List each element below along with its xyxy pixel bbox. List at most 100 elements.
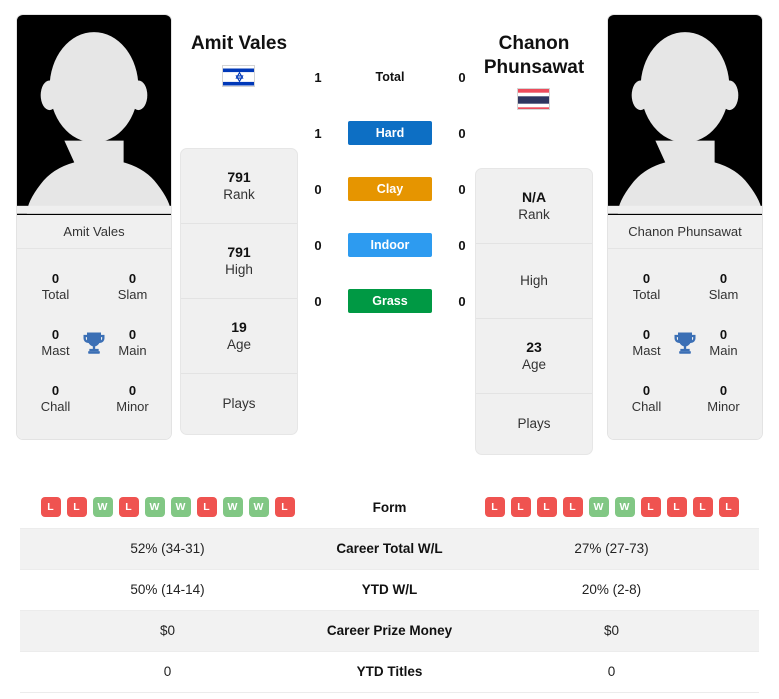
stat-rank-left: 791 Rank <box>181 149 297 224</box>
comparison-table: L L W L W W L W W L Form L L L L W W L L L L 52% (34-31) Caree… <box>20 487 759 693</box>
h2h-surface-label-indoor: Indoor <box>348 233 432 257</box>
player-name-right[interactable]: Chanon Phunsawat <box>472 32 596 80</box>
titles-minor-left: 0 Minor <box>94 371 171 427</box>
titles-minor-label-right: Minor <box>707 399 740 414</box>
player-avatar-right <box>608 15 762 215</box>
player-card-left[interactable]: Amit Vales 0 Total 0 Slam 0 Mast 0 Main … <box>16 14 172 440</box>
titles-main-label-left: Main <box>118 343 147 358</box>
stat-rank-value-left: 791 <box>227 169 251 186</box>
stat-card-left[interactable]: 791 Rank 791 High 19 Age Plays <box>180 148 298 435</box>
player-name-right-line2: Phunsawat <box>483 56 585 78</box>
player-name-left[interactable]: Amit Vales <box>180 32 298 56</box>
h2h-surface-label-grass: Grass <box>348 289 432 313</box>
stat-rank-right: N/A Rank <box>476 169 592 244</box>
table-row: 50% (14-14) YTD W/L 20% (2-8) <box>20 569 759 610</box>
stat-card-right[interactable]: N/A Rank High 23 Age Plays <box>475 168 593 455</box>
form-badge-loss: L <box>510 497 531 518</box>
form-badge-loss: L <box>562 497 583 518</box>
titles-chall-label-right: Chall <box>631 399 662 414</box>
titles-grid-right: 0 Total 0 Slam 0 Mast 0 Main 0 Chall 0 M… <box>608 249 762 439</box>
career-prize-money-right: $0 <box>603 623 620 638</box>
titles-total-left: 0 Total <box>17 259 94 315</box>
form-badge-loss: L <box>196 497 217 518</box>
player-card-name-left: Amit Vales <box>17 215 171 249</box>
stat-plays-right: Plays <box>476 394 592 454</box>
titles-total-label-left: Total <box>41 287 70 302</box>
form-badge-win: W <box>144 497 165 518</box>
form-badge-loss: L <box>118 497 139 518</box>
player-card-right[interactable]: Chanon Phunsawat 0 Total 0 Slam 0 Mast 0… <box>607 14 763 440</box>
row-label-ytd-w-l: YTD W/L <box>361 582 418 597</box>
ytd-titles-left: 0 <box>163 664 172 679</box>
titles-mast-label-left: Mast <box>41 343 70 358</box>
form-badges-right: LLLLWWLLLL <box>464 497 759 518</box>
titles-minor-label-left: Minor <box>116 399 149 414</box>
h2h-surface-indoor: Indoor <box>336 233 444 257</box>
form-badge-win: W <box>614 497 635 518</box>
row-label-career-total-w-l: Career Total W/L <box>336 541 443 556</box>
titles-slam-left: 0 Slam <box>94 259 171 315</box>
titles-chall-left: 0 Chall <box>17 371 94 427</box>
row-label-form: Form <box>372 499 407 515</box>
form-badge-loss: L <box>40 497 61 518</box>
titles-row-mast-main-left: 0 Mast 0 Main <box>17 315 171 371</box>
h2h-surface-label-total: Total <box>375 70 405 84</box>
stat-age-left: 19 Age <box>181 299 297 374</box>
form-badge-win: W <box>222 497 243 518</box>
titles-total-value-left: 0 <box>51 270 60 286</box>
player-comparison-page: Amit Vales 0 Total 0 Slam 0 Mast 0 Main … <box>0 0 779 699</box>
stat-high-label-right: High <box>520 273 548 289</box>
stat-high-value-left: 791 <box>227 244 251 261</box>
titles-total-right: 0 Total <box>608 259 685 315</box>
h2h-row-total: 1 Total 0 <box>300 64 480 90</box>
h2h-row-indoor: 0 Indoor 0 <box>300 232 480 258</box>
titles-main-value-right: 0 <box>719 326 728 342</box>
form-badge-loss: L <box>274 497 295 518</box>
form-badge-win: W <box>248 497 269 518</box>
h2h-surface-grass: Grass <box>336 289 444 313</box>
h2h-surface-total: Total <box>336 70 444 84</box>
titles-minor-right: 0 Minor <box>685 371 762 427</box>
career-prize-money-left: $0 <box>159 623 176 638</box>
stat-age-value-left: 19 <box>231 319 247 336</box>
stat-plays-label-right: Plays <box>517 416 551 432</box>
form-badge-win: W <box>170 497 191 518</box>
form-strip-left: LLWLWWLWWL <box>20 487 315 528</box>
h2h-left-score-hard: 1 <box>314 125 322 141</box>
titles-slam-value-right: 0 <box>719 270 728 286</box>
form-badge-loss: L <box>66 497 87 518</box>
player-card-name-right: Chanon Phunsawat <box>608 215 762 249</box>
trophy-icon <box>80 329 108 357</box>
stat-plays-label-left: Plays <box>222 396 256 412</box>
career-total-w-l-left: 52% (34-31) <box>130 541 205 556</box>
stat-high-right: High <box>476 244 592 319</box>
titles-row-total-slam-left: 0 Total 0 Slam <box>17 259 171 315</box>
stat-plays-left: Plays <box>181 374 297 434</box>
player-avatar-left <box>17 15 171 215</box>
h2h-left-score-grass: 0 <box>314 293 322 309</box>
titles-mast-label-right: Mast <box>632 343 661 358</box>
titles-grid-left: 0 Total 0 Slam 0 Mast 0 Main 0 Chall 0 M… <box>17 249 171 439</box>
h2h-left-score-clay: 0 <box>314 181 322 197</box>
table-row: 0 YTD Titles 0 <box>20 651 759 692</box>
h2h-surface-label-hard: Hard <box>348 121 432 145</box>
h2h-left-score-total: 1 <box>314 69 322 85</box>
titles-row-chall-minor-right: 0 Chall 0 Minor <box>608 371 762 427</box>
form-badge-loss: L <box>666 497 687 518</box>
titles-chall-value-right: 0 <box>642 382 651 398</box>
form-badges-left: LLWLWWLWWL <box>20 497 315 518</box>
row-label-career-prize-money: Career Prize Money <box>326 623 453 638</box>
titles-row-mast-main-right: 0 Mast 0 Main <box>608 315 762 371</box>
stat-high-left: 791 High <box>181 224 297 299</box>
h2h-left-score-indoor: 0 <box>314 237 322 253</box>
h2h-surface-clay: Clay <box>336 177 444 201</box>
trophy-icon <box>671 329 699 357</box>
titles-chall-right: 0 Chall <box>608 371 685 427</box>
titles-total-label-right: Total <box>632 287 661 302</box>
titles-minor-value-left: 0 <box>128 382 137 398</box>
titles-mast-value-right: 0 <box>642 326 651 342</box>
player-name-right-line1: Chanon <box>498 33 570 54</box>
form-strip-right: LLLLWWLLLL <box>464 487 759 528</box>
table-row: $0 Career Prize Money $0 <box>20 610 759 651</box>
ytd-w-l-left: 50% (14-14) <box>130 582 205 597</box>
